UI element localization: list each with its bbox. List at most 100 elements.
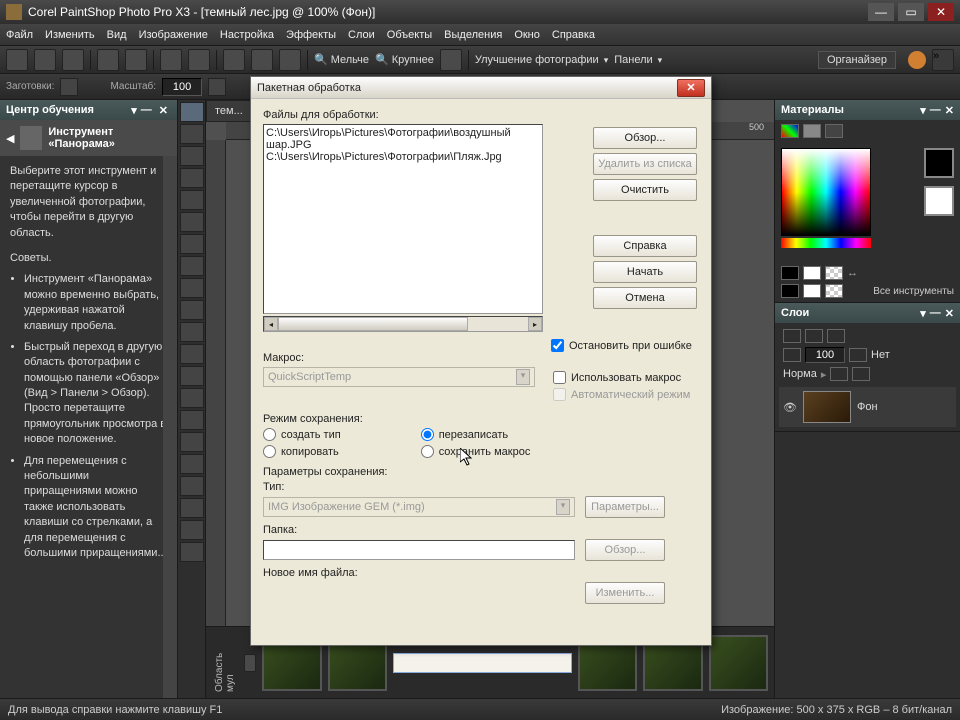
menu-layers[interactable]: Слои [348,29,375,41]
dialog-close-button[interactable]: ✕ [677,79,705,97]
menu-edit[interactable]: Изменить [45,29,95,41]
use-macro-checkbox[interactable] [553,371,566,384]
pick-tool-icon[interactable] [180,124,204,144]
copy-icon[interactable] [97,49,119,71]
mini-swatch[interactable] [781,266,799,280]
help-button[interactable]: Справка [593,235,697,257]
dropper-tool-icon[interactable] [180,190,204,210]
panel-close-icon[interactable]: ✕ [945,307,954,320]
effects-icon[interactable] [827,329,845,343]
menu-help[interactable]: Справка [552,29,595,41]
menu-selections[interactable]: Выделения [444,29,502,41]
straighten-tool-icon[interactable] [180,234,204,254]
panel-pin-icon[interactable]: ▾ [920,307,926,320]
clone-tool-icon[interactable] [180,322,204,342]
save-icon[interactable] [62,49,84,71]
airbrush-tool-icon[interactable] [180,388,204,408]
mini-swatch[interactable] [803,266,821,280]
overwrite-radio[interactable] [421,428,434,441]
crop-tool-icon[interactable] [180,212,204,232]
start-button[interactable]: Начать [593,261,697,283]
create-type-radio[interactable] [263,428,276,441]
info-icon[interactable] [279,49,301,71]
menu-window[interactable]: Окно [514,29,540,41]
foreground-swatch[interactable] [924,148,954,178]
blend-mode[interactable]: Норма [783,368,817,380]
delete-layer-icon[interactable] [805,329,823,343]
transparent-swatch[interactable] [825,266,843,280]
rainbow-tab-icon[interactable] [781,124,799,138]
pen-tool-icon[interactable] [180,542,204,562]
open-icon[interactable] [34,49,56,71]
stop-on-error-checkbox[interactable] [551,339,564,352]
maximize-button[interactable]: ▭ [898,3,924,21]
redo-icon[interactable] [188,49,210,71]
menu-objects[interactable]: Объекты [387,29,432,41]
panel-min-icon[interactable]: — [141,104,152,117]
file-item[interactable]: C:\Users\Игорь\Pictures\Фотографии\Пляж.… [266,151,540,163]
fit-icon[interactable] [440,49,462,71]
panels-dropdown[interactable]: Панели [614,54,662,66]
transparent-swatch[interactable] [825,284,843,298]
print-icon[interactable] [125,49,147,71]
swatch-tab-icon[interactable] [803,124,821,138]
text-tool-icon[interactable] [180,498,204,518]
thumbnail-item[interactable] [709,635,768,691]
background-swatch[interactable] [924,186,954,216]
panel-close-icon[interactable]: ✕ [945,104,954,117]
visibility-icon[interactable] [830,367,848,381]
browse-button[interactable]: Обзор... [593,127,697,149]
file-list[interactable]: C:\Users\Игорь\Pictures\Фотографии\возду… [263,124,543,314]
mini-swatch[interactable] [803,284,821,298]
perspective-tool-icon[interactable] [180,256,204,276]
menu-image[interactable]: Изображение [139,29,208,41]
all-tools-toggle[interactable]: Все инструменты [873,286,954,297]
run-icon[interactable] [223,49,245,71]
minimize-button[interactable]: — [868,3,894,21]
opacity-input[interactable] [805,347,845,363]
zoom-smaller-button[interactable]: 🔍 Мельче [314,53,369,66]
menu-file[interactable]: Файл [6,29,33,41]
eye-icon[interactable]: 👁 [783,401,797,414]
file-list-scrollbar[interactable]: ◂ ▸ [263,316,543,332]
lock-layer-icon[interactable] [852,367,870,381]
redeye-tool-icon[interactable] [180,278,204,298]
pan-tool-icon[interactable] [180,102,204,122]
remove-button[interactable]: Удалить из списка [593,153,697,175]
menu-effects[interactable]: Эффекты [286,29,336,41]
move-tool-icon[interactable] [180,146,204,166]
file-item[interactable]: C:\Users\Игорь\Pictures\Фотографии\возду… [266,127,540,151]
dialog-titlebar[interactable]: Пакетная обработка ✕ [251,77,711,99]
organizer-gear-icon[interactable] [244,654,256,672]
zoom-spinner[interactable] [208,78,226,96]
flood-tool-icon[interactable] [180,454,204,474]
makeover-tool-icon[interactable] [180,300,204,320]
mask-icon[interactable] [783,348,801,362]
panel-close-icon[interactable]: ✕ [156,104,171,117]
organizer-button[interactable]: Органайзер [818,51,896,69]
expand-icon[interactable]: » [932,49,954,71]
close-button[interactable]: ✕ [928,3,954,21]
thumbnail-item[interactable] [393,653,572,673]
selection-tool-icon[interactable] [180,168,204,188]
panel-min-icon[interactable]: — [930,104,941,117]
new-layer-icon[interactable] [783,329,801,343]
back-arrow-icon[interactable]: ◀ [6,132,14,145]
panel-min-icon[interactable]: — [930,307,941,320]
enhance-dropdown[interactable]: Улучшение фотографии [475,54,608,66]
eraser-tool-icon[interactable] [180,432,204,452]
color-picker[interactable] [775,142,960,262]
clear-button[interactable]: Очистить [593,179,697,201]
panel-autohide-icon[interactable]: ▾ [131,104,137,117]
lighten-tool-icon[interactable] [180,410,204,430]
connect-icon[interactable] [251,49,273,71]
panel-pin-icon[interactable]: ▾ [920,104,926,117]
learning-scrollbar[interactable] [163,156,177,698]
zoom-larger-button[interactable]: 🔍 Крупнее [375,53,434,66]
folder-input[interactable] [263,540,575,560]
menu-view[interactable]: Вид [107,29,127,41]
cancel-button[interactable]: Отмена [593,287,697,309]
scratch-tool-icon[interactable] [180,344,204,364]
preset-swatch[interactable] [60,78,78,96]
zoom-input[interactable] [162,78,202,96]
